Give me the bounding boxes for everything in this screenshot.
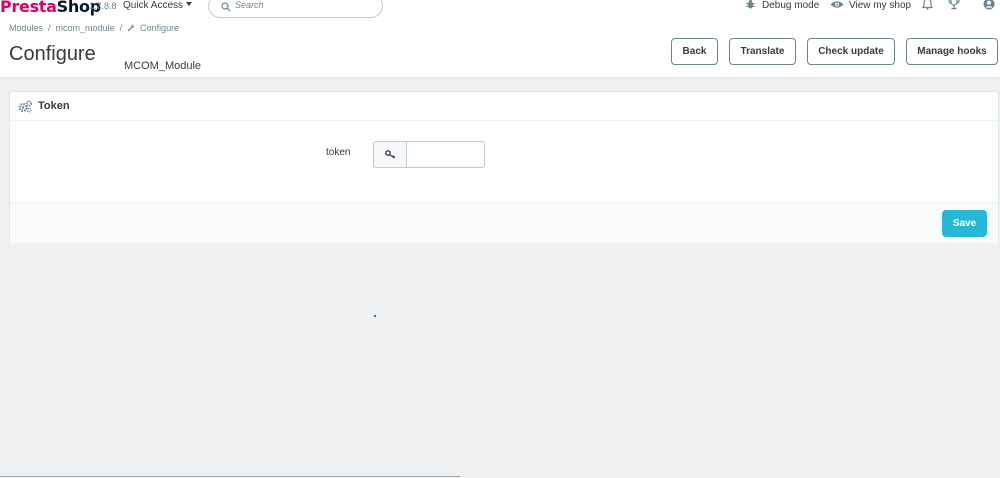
quick-access-dropdown[interactable]: Quick Access [123,0,193,11]
page-header: Modules / mcom_module / Configure Config… [0,18,1000,78]
manage-hooks-button[interactable]: Manage hooks [906,38,998,65]
back-button[interactable]: Back [671,38,718,65]
module-name: MCOM_Module [124,60,202,72]
search-box[interactable] [208,0,383,18]
top-bar: PrestaShop 1.7.8.8 Quick Access Debug mo… [0,0,1000,18]
bell-icon[interactable] [922,0,933,10]
wrench-icon [127,24,135,32]
loading-dot [374,315,376,317]
key-icon [384,150,395,159]
panel-body: token [10,121,998,202]
prestashop-logo[interactable]: PrestaShop [0,0,101,16]
debug-mode-link[interactable]: Debug mode [762,0,819,11]
page-title: Configure [9,43,96,65]
bug-icon [745,0,756,9]
view-my-shop-link[interactable]: View my shop [849,0,911,11]
version-label: 1.7.8.8 [89,1,117,11]
panel-heading: Token [10,92,998,121]
breadcrumb-mcom-module[interactable]: mcom_module [56,23,115,33]
translate-button[interactable]: Translate [729,38,796,65]
caret-down-icon [186,2,193,6]
panel-title: Token [38,100,70,112]
horizontal-scrollbar[interactable] [0,476,460,477]
breadcrumb: Modules / mcom_module / Configure [9,23,180,33]
eye-icon [830,1,844,8]
token-input-group [373,141,485,168]
token-input[interactable] [406,141,485,168]
key-addon [373,141,406,168]
search-input[interactable] [235,0,375,10]
token-panel: Token token Save [9,91,999,243]
breadcrumb-modules[interactable]: Modules [9,23,43,33]
user-account-icon[interactable] [983,0,995,10]
check-update-button[interactable]: Check update [807,38,895,65]
cogs-icon [18,99,33,113]
breadcrumb-configure: Configure [140,23,180,33]
search-icon [221,2,231,12]
panel-footer: Save [10,202,998,243]
save-button[interactable]: Save [942,210,987,237]
token-label: token [326,147,351,158]
trophy-icon[interactable] [948,0,960,10]
